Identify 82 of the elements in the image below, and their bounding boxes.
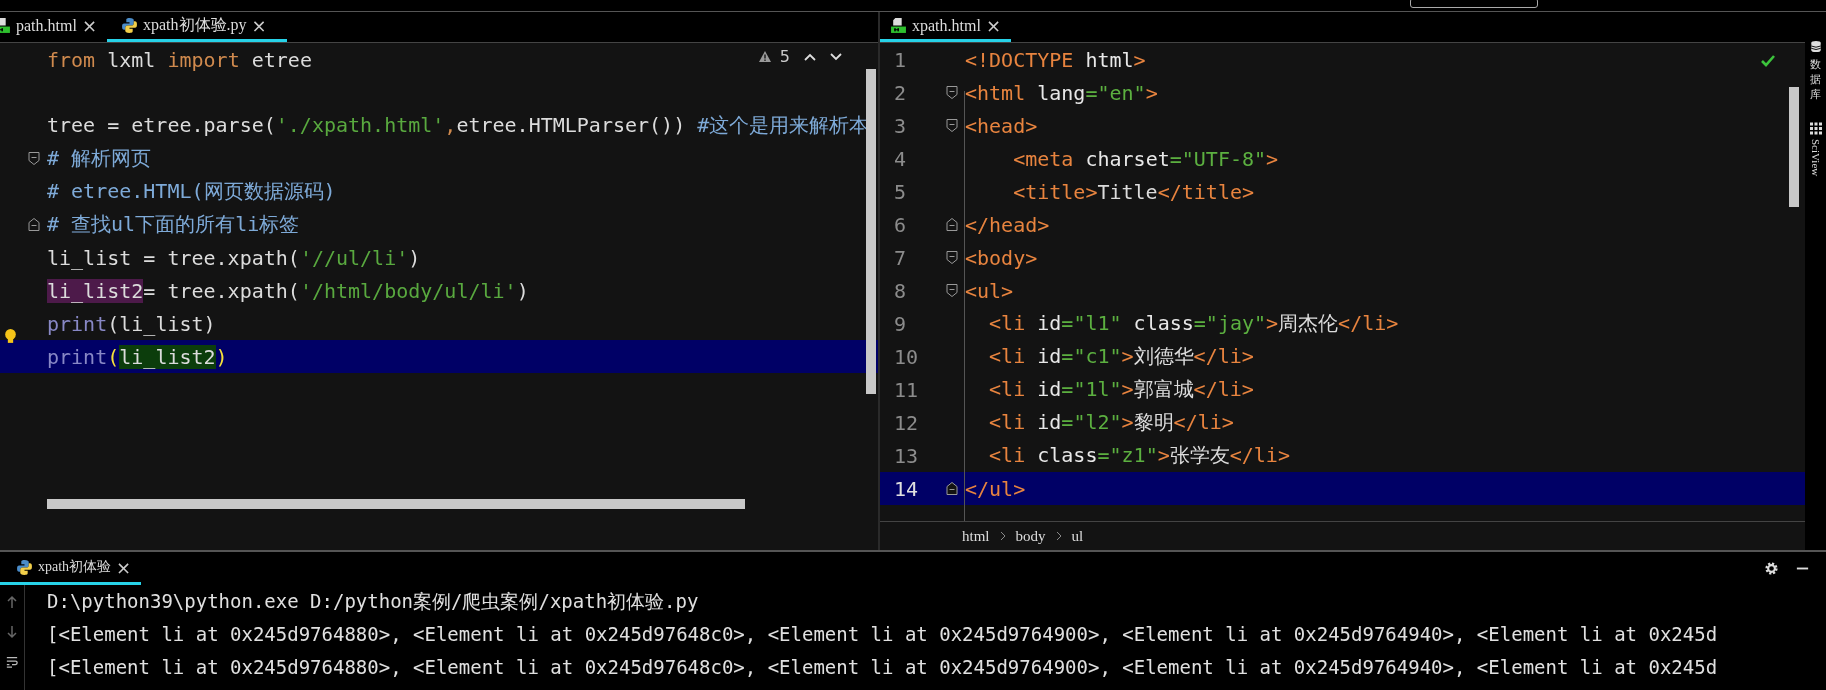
code-line: <meta charset="UTF-8"> [1012, 146, 1279, 171]
wrap-icon[interactable] [6, 655, 18, 669]
console-line: D:\python39\python.exe D:/python案例/爬虫案例/xpath初体验.py [47, 589, 700, 614]
file-tab[interactable]: path.html × [0, 12, 107, 42]
line-number: 7 [893, 245, 908, 270]
code-line: <html lang="en"> [964, 80, 1158, 105]
line-number: 4 [893, 146, 908, 171]
breadcrumb-item[interactable]: ul [1071, 527, 1084, 545]
warning-icon[interactable] [757, 50, 772, 63]
code-line: # 解析网页 [46, 145, 152, 172]
vertical-scrollbar[interactable] [1789, 87, 1799, 207]
toolbar-field[interactable] [1410, 0, 1538, 8]
fold-icon[interactable] [946, 250, 958, 265]
chevron-down-icon[interactable] [830, 52, 842, 61]
fold-icon[interactable] [28, 151, 40, 166]
line-number: 5 [893, 179, 908, 204]
code-line: <li class="z1">张学友</li> [988, 442, 1290, 469]
breadcrumb-item[interactable]: body [1015, 527, 1046, 545]
arrow-down-icon[interactable] [6, 625, 18, 639]
check-icon [1761, 55, 1775, 67]
code-line: <!DOCTYPE html> [964, 47, 1146, 72]
line-number: 6 [893, 212, 908, 237]
chevron-right-icon [1055, 531, 1062, 541]
close-icon[interactable]: × [985, 15, 1001, 36]
console-line: [<Element li at 0x245d9764880>, <Element li at 0x245d97648c0>, <Element li at 0x245d9764900>, <Element li at 0x245d9764940>, <Element li at 0x245d [47, 622, 1718, 647]
fold-icon[interactable] [946, 481, 958, 496]
line-number: 13 [893, 443, 920, 468]
code-line: li_list = tree.xpath('//ul/li') [46, 245, 421, 270]
vertical-scrollbar[interactable] [866, 69, 876, 394]
arrow-up-icon[interactable] [6, 595, 18, 609]
fold-icon[interactable] [946, 85, 958, 100]
line-number: 2 [893, 80, 908, 105]
breadcrumb-item[interactable]: html [962, 527, 990, 545]
database-icon [1809, 40, 1822, 53]
tab-label: xpath.html [912, 16, 981, 35]
problem-count: 5 [779, 47, 790, 66]
code-line: # etree.HTML(网页数据源码) [46, 178, 336, 205]
fold-icon[interactable] [946, 118, 958, 133]
close-icon[interactable]: × [251, 15, 267, 36]
code-line: <li id="c1">刘德华</li> [988, 343, 1254, 370]
code-line: </ul> [964, 476, 1026, 501]
side-tool-button[interactable]: SciView [1809, 122, 1822, 177]
code-line: <head> [964, 113, 1038, 138]
tab-label: path.html [16, 16, 77, 35]
code-line: <ul> [964, 278, 1014, 303]
close-icon[interactable]: × [116, 556, 132, 578]
code-line: <li id="l2">黎明</li> [988, 409, 1234, 436]
code-line: </head> [964, 212, 1050, 237]
chevron-up-icon[interactable] [804, 52, 816, 61]
line-number: 12 [893, 410, 920, 435]
code-line: <li id="1l">郭富城</li> [988, 376, 1254, 403]
close-icon[interactable]: × [81, 15, 97, 36]
settings-icon[interactable] [1764, 561, 1779, 576]
console-line: [<Element li at 0x245d9764880>, <Element li at 0x245d97648c0>, <Element li at 0x245d9764900>, <Element li at 0x245d9764940>, <Element li at 0x245d [47, 655, 1718, 680]
python-file-icon [16, 558, 33, 576]
code-line: # 查找ul下面的所有li标签 [46, 211, 300, 238]
line-number: 11 [893, 377, 920, 402]
side-tool-button[interactable]: 数据库 [1809, 40, 1822, 102]
tab-label: xpath初体验 [38, 558, 112, 576]
code-line: <body> [964, 245, 1038, 270]
line-number: 1 [893, 47, 908, 72]
html-file-icon [890, 17, 907, 34]
line-number: 14 [893, 476, 920, 501]
python-file-icon [121, 17, 138, 34]
horizontal-scrollbar[interactable] [47, 499, 745, 509]
code-line: print(li_list) [46, 311, 216, 336]
fold-icon[interactable] [28, 217, 40, 232]
code-line: <title>Title</title> [1012, 179, 1254, 204]
fold-icon[interactable] [946, 217, 958, 232]
fold-icon[interactable] [946, 283, 958, 298]
code-line: from lxml import etree [46, 47, 312, 72]
grid-icon [1809, 122, 1822, 135]
lightbulb-icon[interactable] [4, 327, 17, 345]
line-number: 10 [893, 344, 920, 369]
run-tab[interactable]: xpath初体验 × [0, 552, 142, 585]
chevron-right-icon [999, 531, 1006, 541]
tab-label: xpath初体验.py [143, 15, 247, 36]
code-line: li_list2= tree.xpath('/html/body/ul/li') [46, 278, 529, 303]
line-number: 8 [893, 278, 908, 303]
code-line: <li id="l1" class="jay">周杰伦</li> [988, 310, 1399, 337]
line-number: 9 [893, 311, 908, 336]
line-number: 3 [893, 113, 908, 138]
